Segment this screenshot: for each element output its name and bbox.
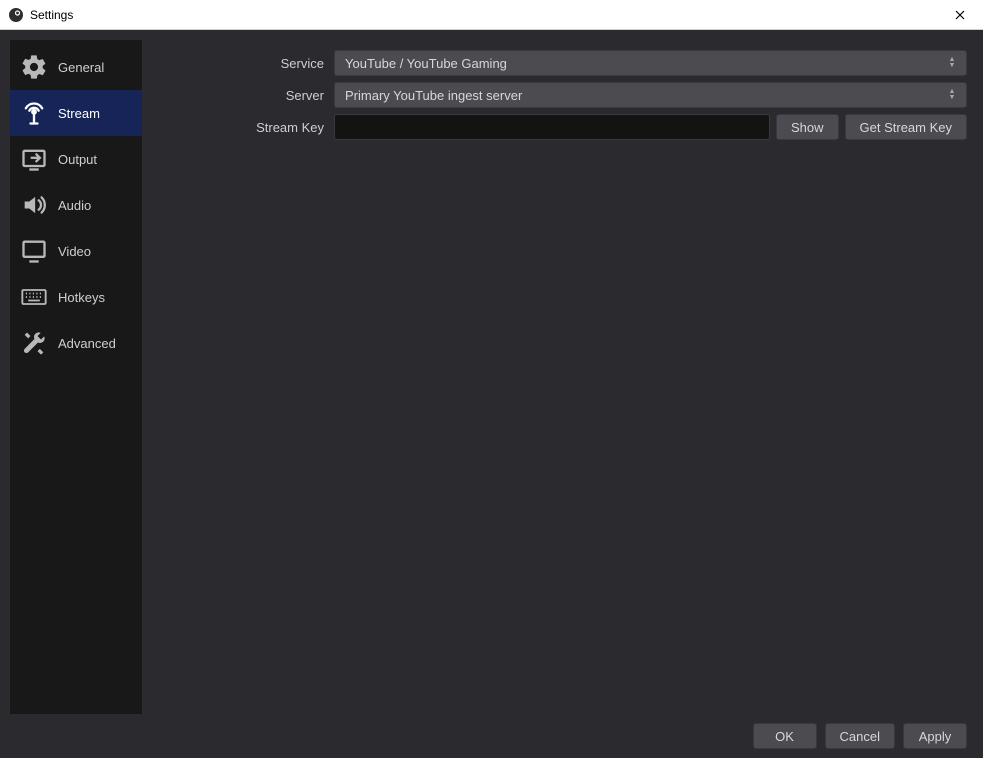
window-title: Settings: [30, 8, 937, 22]
sidebar-item-general[interactable]: General: [10, 44, 142, 90]
sidebar-item-label: Video: [58, 244, 91, 259]
speaker-icon: [18, 189, 50, 221]
dialog-footer: OK Cancel Apply: [0, 714, 983, 758]
service-label: Service: [150, 56, 334, 71]
monitor-icon: [18, 235, 50, 267]
cancel-button[interactable]: Cancel: [825, 723, 895, 749]
apply-button[interactable]: Apply: [903, 723, 967, 749]
sidebar-item-label: Output: [58, 152, 97, 167]
show-button[interactable]: Show: [776, 114, 839, 140]
close-button[interactable]: [937, 0, 983, 30]
titlebar: Settings: [0, 0, 983, 30]
sidebar-item-label: Advanced: [58, 336, 116, 351]
service-select[interactable]: YouTube / YouTube Gaming ▲▼: [334, 50, 967, 76]
tools-icon: [18, 327, 50, 359]
sidebar-item-stream[interactable]: Stream: [10, 90, 142, 136]
sidebar-item-video[interactable]: Video: [10, 228, 142, 274]
spinner-icon: ▲▼: [944, 57, 960, 69]
sidebar-item-label: General: [58, 60, 104, 75]
app-icon: [8, 7, 24, 23]
spinner-icon: ▲▼: [944, 89, 960, 101]
row-service: Service YouTube / YouTube Gaming ▲▼: [150, 50, 967, 76]
settings-content: Service YouTube / YouTube Gaming ▲▼ Serv…: [150, 40, 973, 714]
sidebar-item-label: Stream: [58, 106, 100, 121]
settings-sidebar: General Stream Output: [10, 40, 142, 714]
server-label: Server: [150, 88, 334, 103]
sidebar-item-output[interactable]: Output: [10, 136, 142, 182]
sidebar-item-label: Audio: [58, 198, 91, 213]
sidebar-item-label: Hotkeys: [58, 290, 105, 305]
server-select[interactable]: Primary YouTube ingest server ▲▼: [334, 82, 967, 108]
get-stream-key-button[interactable]: Get Stream Key: [845, 114, 967, 140]
sidebar-item-hotkeys[interactable]: Hotkeys: [10, 274, 142, 320]
sidebar-item-advanced[interactable]: Advanced: [10, 320, 142, 366]
gear-icon: [18, 51, 50, 83]
stream-key-input[interactable]: [334, 114, 770, 140]
sidebar-item-audio[interactable]: Audio: [10, 182, 142, 228]
output-icon: [18, 143, 50, 175]
stream-key-label: Stream Key: [150, 120, 334, 135]
server-value: Primary YouTube ingest server: [345, 88, 522, 103]
antenna-icon: [18, 97, 50, 129]
keyboard-icon: [18, 281, 50, 313]
service-value: YouTube / YouTube Gaming: [345, 56, 507, 71]
ok-button[interactable]: OK: [753, 723, 817, 749]
row-stream-key: Stream Key Show Get Stream Key: [150, 114, 967, 140]
row-server: Server Primary YouTube ingest server ▲▼: [150, 82, 967, 108]
